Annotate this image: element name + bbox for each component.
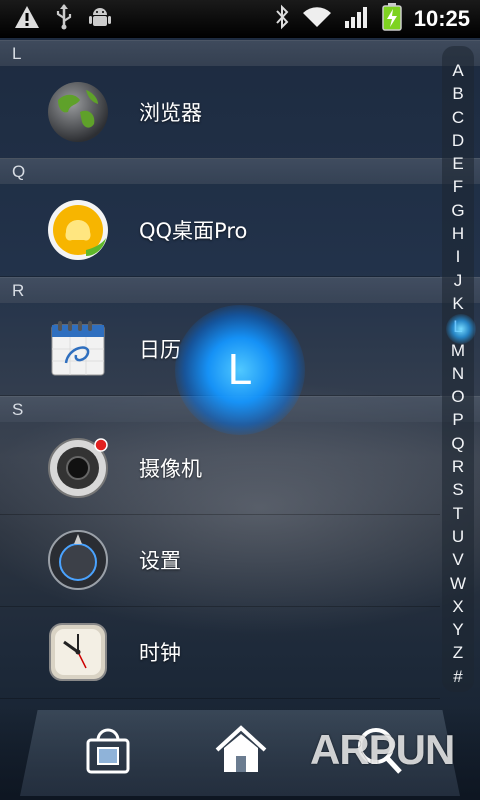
index-letter[interactable]: U: [442, 525, 474, 548]
bluetooth-icon: [274, 4, 290, 34]
index-letter[interactable]: A: [442, 59, 474, 82]
market-bag-icon[interactable]: [80, 722, 136, 778]
index-letter[interactable]: F: [442, 175, 474, 198]
index-letter[interactable]: V: [442, 548, 474, 571]
android-debug-icon: [88, 5, 112, 33]
section-header-r: R: [0, 277, 480, 303]
app-label-browser: 浏览器: [139, 101, 202, 125]
signal-icon: [344, 5, 370, 33]
camcorder-icon: [46, 436, 110, 500]
index-letter[interactable]: K: [442, 292, 474, 315]
home-icon[interactable]: [213, 722, 269, 778]
index-letter[interactable]: X: [442, 595, 474, 618]
app-label-calendar: 日历: [139, 338, 181, 362]
current-letter-overlay: L: [175, 305, 305, 435]
browser-globe-icon: [46, 80, 110, 144]
index-letter[interactable]: E: [442, 152, 474, 175]
index-letter[interactable]: Y: [442, 618, 474, 641]
index-letter[interactable]: C: [442, 106, 474, 129]
index-letter[interactable]: P: [442, 408, 474, 431]
index-letter[interactable]: G: [442, 199, 474, 222]
status-clock: 10:25: [413, 6, 470, 31]
app-row-settings[interactable]: 设置: [0, 514, 440, 607]
alphabet-index-bar[interactable]: ABCDEFGHIJKLMNOPQRSTUVWXYZ#: [442, 46, 474, 692]
calendar-icon: [46, 317, 110, 381]
app-row-clock[interactable]: 时钟: [0, 606, 440, 699]
index-touch-glow: [446, 314, 476, 344]
app-label-camcorder: 摄像机: [139, 457, 202, 481]
section-header-q: Q: [0, 158, 480, 184]
battery-charging-icon: [381, 3, 402, 35]
index-letter[interactable]: Z: [442, 641, 474, 664]
app-label-clock: 时钟: [139, 641, 181, 665]
warning-icon: [14, 5, 40, 33]
index-letter[interactable]: S: [442, 478, 474, 501]
index-letter[interactable]: J: [442, 269, 474, 292]
section-header-l: L: [0, 40, 480, 66]
settings-icon: [46, 528, 110, 592]
index-letter[interactable]: O: [442, 385, 474, 408]
index-letter[interactable]: H: [442, 222, 474, 245]
app-row-qq[interactable]: QQ桌面Pro: [0, 184, 440, 277]
index-letter[interactable]: R: [442, 455, 474, 478]
app-label-qq: QQ桌面Pro: [139, 219, 248, 243]
index-letter[interactable]: B: [442, 82, 474, 105]
usb-icon: [54, 4, 74, 34]
index-letter[interactable]: D: [442, 129, 474, 152]
watermark-text: ARPUN: [310, 726, 455, 773]
clock-icon: [46, 620, 110, 684]
index-letter[interactable]: I: [442, 245, 474, 268]
status-bar: 10:25: [0, 0, 480, 38]
app-row-camcorder[interactable]: 摄像机: [0, 422, 440, 515]
app-label-settings: 设置: [139, 549, 181, 573]
wifi-icon: [302, 5, 332, 33]
index-letter[interactable]: #: [442, 665, 474, 688]
index-letter[interactable]: Q: [442, 432, 474, 455]
index-letter[interactable]: N: [442, 362, 474, 385]
app-row-browser[interactable]: 浏览器: [0, 66, 440, 159]
index-letter[interactable]: W: [442, 572, 474, 595]
qq-penguin-icon: [46, 198, 110, 262]
index-letter[interactable]: T: [442, 502, 474, 525]
